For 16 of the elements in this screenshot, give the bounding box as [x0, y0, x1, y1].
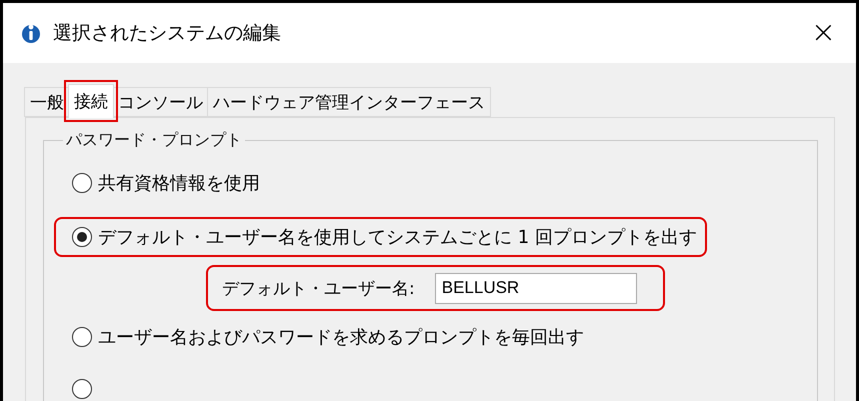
radio-button[interactable]: [72, 327, 92, 347]
window-title: 選択されたシステムの編集: [53, 21, 282, 46]
tab[interactable]: 一般: [24, 87, 70, 117]
radio-button[interactable]: [72, 227, 92, 247]
field-label: デフォルト・ユーザー名:: [222, 278, 415, 300]
radio-label: ユーザー名およびパスワードを求めるプロンプトを毎回出す: [98, 326, 584, 349]
group-title: パスワード・プロンプト: [65, 130, 243, 151]
app-logo-icon: [21, 22, 41, 44]
tab[interactable]: ハードウェア管理インターフェース: [207, 87, 491, 117]
username-field[interactable]: BELLUSR: [434, 272, 637, 304]
radio-label: 共有資格情報を使用: [98, 172, 260, 195]
radio-button[interactable]: [72, 379, 92, 399]
close-button[interactable]: ×: [804, 18, 842, 48]
tab[interactable]: コンソール: [112, 87, 209, 117]
radio-button[interactable]: [72, 173, 92, 193]
radio-label: デフォルト・ユーザー名を使用してシステムごとに 1 回プロンプトを出す: [98, 226, 697, 249]
